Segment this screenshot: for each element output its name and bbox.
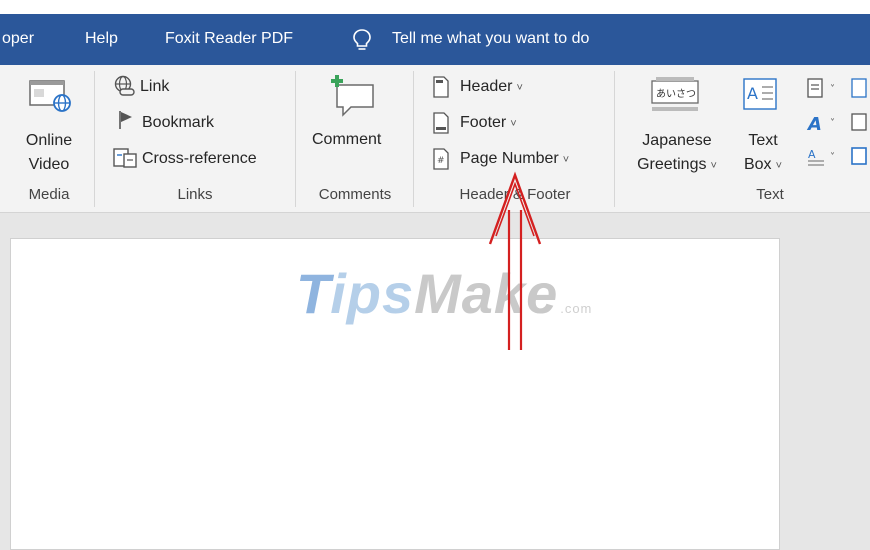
link-button[interactable]: Link <box>140 78 169 96</box>
watermark-make: Make <box>414 262 559 325</box>
cross-reference-icon <box>113 148 137 168</box>
svg-text:A: A <box>808 148 816 161</box>
chevron-down-icon: ˅ <box>775 160 782 172</box>
svg-text:A: A <box>806 114 822 135</box>
text-box-label-1: Text <box>748 132 778 149</box>
quick-parts-icon[interactable]: ˅ <box>806 77 868 101</box>
dropcap-icon[interactable]: A ˅ <box>806 145 868 169</box>
chevron-down-icon: ˅ <box>562 154 570 166</box>
svg-text:#: # <box>437 156 445 166</box>
japanese-greetings-icon[interactable]: あいさつ <box>650 75 702 115</box>
svg-text:˅: ˅ <box>830 151 835 163</box>
bookmark-icon <box>119 111 132 129</box>
group-label-links: Links <box>177 186 213 203</box>
group-separator <box>295 71 296 207</box>
tell-me-search[interactable]: Tell me what you want to do <box>392 30 589 48</box>
comment-icon[interactable] <box>329 75 377 117</box>
header-button[interactable]: Header ˅ <box>460 78 523 96</box>
text-box-label-2: Box <box>743 156 772 173</box>
header-label: Header <box>460 78 513 95</box>
chevron-down-icon: ˅ <box>516 82 523 94</box>
watermark-ips: ips <box>330 262 415 325</box>
tab-help[interactable]: Help <box>85 30 118 48</box>
ribbon-insert: Online Video Media Link Bookmark Cross-r… <box>0 65 870 213</box>
tab-developer[interactable]: oper <box>2 30 34 48</box>
group-label-text: Text <box>756 186 784 203</box>
window-top-strip <box>0 0 870 14</box>
text-box-button[interactable]: Text Box ˅ <box>733 129 793 178</box>
svg-text:A: A <box>747 84 758 103</box>
chevron-down-icon: ˅ <box>510 118 517 130</box>
document-page[interactable]: TipsMake .com <box>10 238 780 550</box>
page-number-label: Page Number <box>460 150 559 167</box>
page-number-icon: # <box>433 148 449 170</box>
header-icon <box>433 76 449 98</box>
tipsmake-watermark: TipsMake .com <box>296 261 592 326</box>
online-video-button[interactable]: Online Video <box>14 129 84 177</box>
footer-icon <box>433 112 449 134</box>
page-number-button[interactable]: Page Number ˅ <box>460 150 569 168</box>
tab-foxit-reader-pdf[interactable]: Foxit Reader PDF <box>165 30 293 48</box>
japanese-greetings-button[interactable]: Japanese Greetings ˅ <box>628 129 726 178</box>
bookmark-button[interactable]: Bookmark <box>142 114 214 132</box>
group-label-media: Media <box>28 186 70 203</box>
online-video-icon[interactable] <box>28 77 74 113</box>
svg-text:˅: ˅ <box>830 117 835 129</box>
online-video-label-1: Online <box>25 132 73 149</box>
group-separator <box>94 71 95 207</box>
wordart-icon[interactable]: A ˅ <box>806 111 868 135</box>
comment-button[interactable]: Comment <box>312 131 381 149</box>
watermark-com: .com <box>560 301 593 316</box>
svg-text:˅: ˅ <box>830 83 835 95</box>
lightbulb-icon[interactable] <box>352 28 372 52</box>
title-bar: oper Help Foxit Reader PDF Tell me what … <box>0 0 870 65</box>
link-icon <box>114 75 135 96</box>
cross-reference-button[interactable]: Cross-reference <box>142 150 257 168</box>
group-label-header-footer: Header & Footer <box>459 186 571 203</box>
group-separator <box>614 71 615 207</box>
chevron-down-icon: ˅ <box>710 160 717 172</box>
japanese-greetings-label-2: Greetings <box>637 156 707 173</box>
online-video-label-2: Video <box>28 156 70 173</box>
group-label-comments: Comments <box>318 186 392 203</box>
footer-button[interactable]: Footer ˅ <box>460 114 517 132</box>
watermark-t: T <box>296 262 331 325</box>
document-area: TipsMake .com <box>0 214 870 550</box>
japanese-greetings-label-1: Japanese <box>642 132 712 149</box>
group-separator <box>413 71 414 207</box>
japanese-greetings-icon-text: あいさつ <box>656 88 696 100</box>
footer-label: Footer <box>460 114 507 131</box>
text-box-icon[interactable]: A <box>742 75 780 115</box>
